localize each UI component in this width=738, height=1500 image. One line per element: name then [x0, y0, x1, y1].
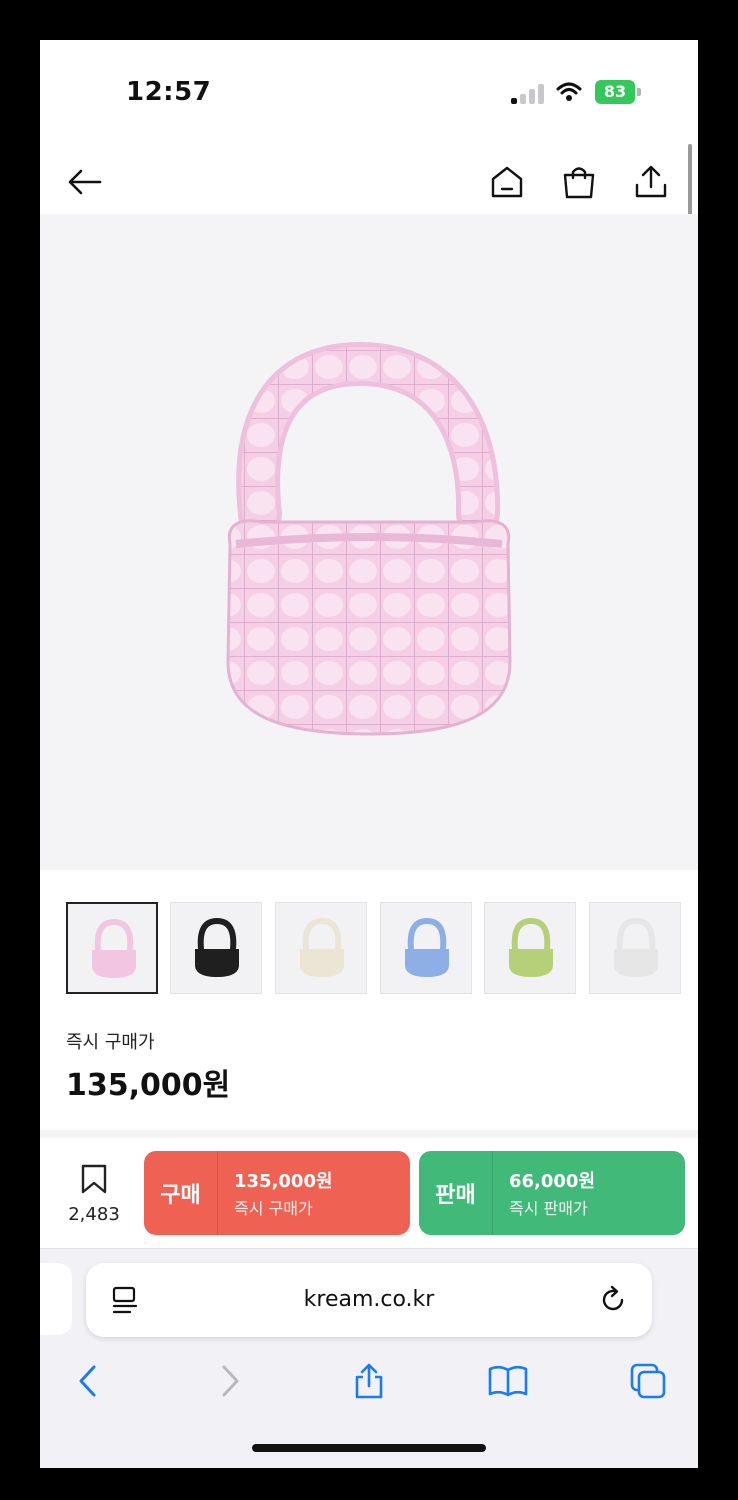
arrow-left-icon [68, 169, 102, 195]
phone-screen: 12:57 83 즉시 구매가 135,000원 2,483 구매 135,00… [40, 40, 698, 1468]
instant-buy-price-label: 즉시 구매가 [66, 1032, 155, 1053]
wishlist-button[interactable]: 2,483 [60, 1160, 128, 1228]
top-nav [40, 150, 698, 214]
address-bar[interactable]: kream.co.kr [86, 1263, 652, 1337]
browser-chrome: kream.co.kr [40, 1248, 698, 1468]
browser-tabs-button[interactable] [626, 1359, 670, 1403]
share-button[interactable] [631, 162, 671, 202]
cart-button[interactable] [559, 162, 599, 202]
address-url: kream.co.kr [303, 1287, 435, 1312]
bag-thumbnail-icon [195, 917, 239, 977]
share-icon [635, 165, 667, 198]
bag-thumbnail-icon [614, 917, 658, 977]
back-button[interactable] [64, 162, 104, 202]
status-time: 12:57 [126, 77, 212, 107]
purchase-action-bar: 2,483 구매 135,000원 즉시 구매가 판매 66,000원 즉시 판… [40, 1138, 698, 1248]
share-icon [355, 1363, 383, 1399]
quilted-bag-illustration [226, 341, 512, 736]
variant-thumb-cream[interactable] [275, 902, 367, 994]
home-indicator[interactable] [252, 1444, 486, 1452]
battery-charging-icon: 83 [595, 80, 641, 104]
battery-level: 83 [595, 80, 635, 104]
reload-icon[interactable] [598, 1285, 628, 1315]
variant-thumb-black[interactable] [170, 902, 262, 994]
previous-tab-peek[interactable] [40, 1263, 72, 1335]
browser-share-button[interactable] [347, 1359, 391, 1403]
shopping-bag-icon [563, 167, 595, 199]
book-icon [488, 1365, 528, 1397]
browser-back-button[interactable] [66, 1359, 110, 1403]
browser-forward-button[interactable] [208, 1359, 252, 1403]
bag-thumbnail-icon [509, 917, 553, 977]
sell-button-label: 판매 [419, 1151, 493, 1235]
color-variant-strip[interactable] [66, 902, 698, 994]
chevron-left-icon [79, 1365, 96, 1397]
sell-button-subtitle: 즉시 판매가 [509, 1199, 588, 1218]
home-button[interactable] [487, 162, 527, 202]
product-image [40, 214, 698, 870]
buy-button[interactable]: 구매 135,000원 즉시 구매가 [144, 1151, 410, 1235]
buy-button-subtitle: 즉시 구매가 [234, 1199, 313, 1218]
bag-thumbnail-icon [405, 917, 449, 977]
browser-bookmarks-button[interactable] [486, 1359, 530, 1403]
buy-button-label: 구매 [144, 1151, 218, 1235]
instant-buy-price: 135,000원 [66, 1068, 231, 1103]
variant-thumb-white[interactable] [589, 902, 681, 994]
section-divider [40, 1130, 698, 1138]
bag-thumbnail-icon [92, 918, 136, 978]
home-icon [491, 166, 523, 198]
page-scrollbar[interactable] [688, 144, 692, 224]
variant-thumb-blue[interactable] [380, 902, 472, 994]
wifi-icon [556, 82, 582, 101]
chevron-right-icon [222, 1365, 239, 1397]
wishlist-count: 2,483 [68, 1204, 120, 1225]
cellular-signal-icon [511, 84, 545, 104]
bookmark-icon [81, 1164, 107, 1194]
variant-thumb-green[interactable] [484, 902, 576, 994]
sell-button-amount: 66,000원 [509, 1171, 596, 1192]
tabs-icon [630, 1363, 666, 1399]
bag-thumbnail-icon [300, 917, 344, 977]
status-bar: 12:57 83 [40, 40, 698, 140]
sell-button[interactable]: 판매 66,000원 즉시 판매가 [419, 1151, 685, 1235]
variant-thumb-pink[interactable] [66, 902, 158, 994]
buy-button-amount: 135,000원 [234, 1171, 333, 1192]
